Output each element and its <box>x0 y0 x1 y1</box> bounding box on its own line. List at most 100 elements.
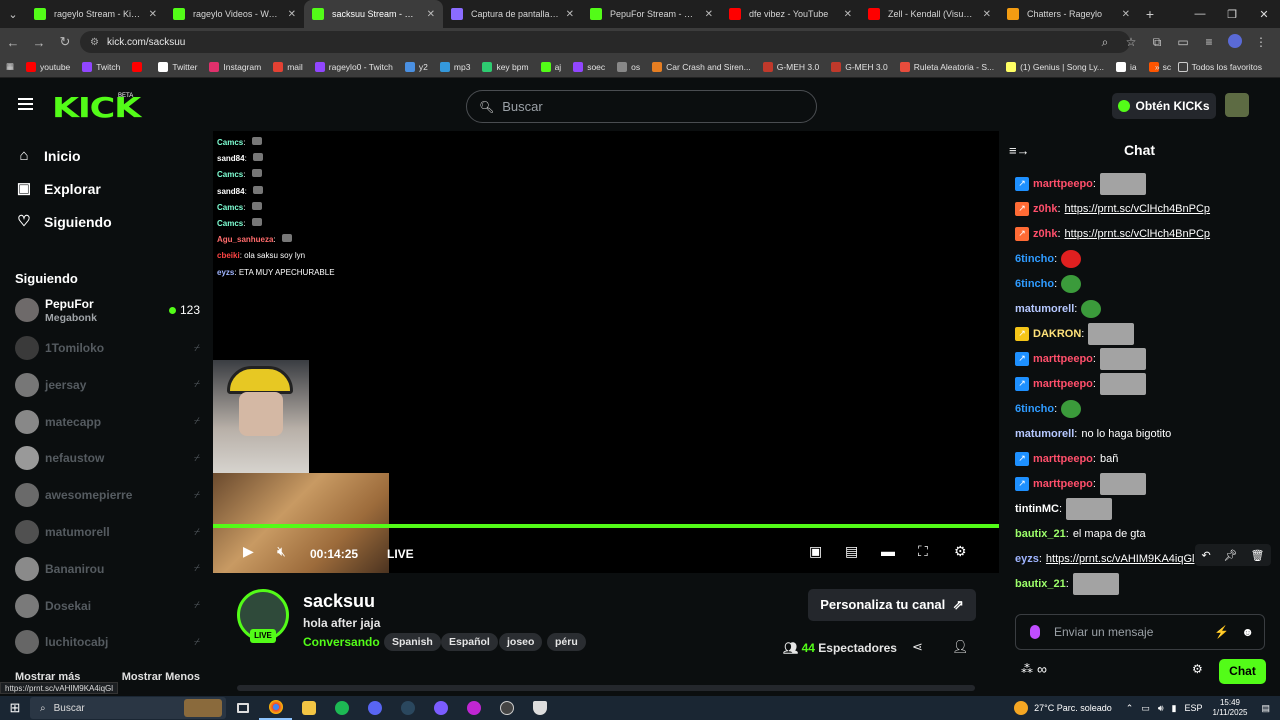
new-tab-button[interactable]: + <box>1138 6 1162 22</box>
following-channel[interactable]: matecapp ⌿ <box>15 407 200 437</box>
chat-username[interactable]: DAKRON <box>1033 328 1081 340</box>
progress-bar[interactable] <box>213 524 999 528</box>
close-tab-icon[interactable]: ✕ <box>566 9 574 20</box>
bookmark-item[interactable]: rageylo0 - Twitch <box>314 61 393 72</box>
chat-message[interactable]: 6tincho: <box>1015 396 1270 421</box>
bookmark-item[interactable]: key bpm <box>482 61 529 72</box>
file-explorer-icon[interactable] <box>292 696 325 720</box>
chat-username[interactable]: eyzs <box>1015 553 1039 565</box>
site-info-icon[interactable]: ⚙ <box>90 37 99 48</box>
chat-username[interactable]: bautix_21 <box>1015 578 1066 590</box>
chat-username[interactable]: 6tincho <box>1015 253 1054 265</box>
minimize-icon[interactable]: — <box>1184 8 1216 20</box>
menu-icon[interactable]: ⋮ <box>1248 35 1274 49</box>
bookmark-item[interactable]: soec <box>573 61 605 72</box>
tab-manager-icon[interactable]: ▭ <box>1170 35 1196 49</box>
user-avatar[interactable] <box>1225 93 1249 117</box>
sidebar-nav-siguiendo[interactable]: ♡ Siguiendo <box>16 214 111 231</box>
bookmark-item[interactable]: Car Crash and Siren... <box>652 61 751 72</box>
chat-message[interactable]: ↗ z0hk: https://prnt.sc/vClHch4BnPCp <box>1015 196 1270 221</box>
mic-icon[interactable] <box>1030 625 1040 639</box>
discord-icon[interactable] <box>358 696 391 720</box>
following-channel[interactable]: awesomepierre ⌿ <box>15 480 200 510</box>
settings-icon[interactable]: ⚙ <box>954 543 967 560</box>
pin-icon[interactable]: 📌︎ <box>1224 549 1238 562</box>
share-icon[interactable]: ⋖ <box>912 639 923 655</box>
kick-emote-icon[interactable]: ⚡ <box>1214 625 1229 639</box>
bookmark-item[interactable]: ia <box>1116 61 1137 72</box>
bookmark-item[interactable]: Twitter <box>158 61 197 72</box>
fullscreen-icon[interactable]: ⛶ <box>918 543 928 560</box>
chat-message[interactable]: tintinMC: <box>1015 496 1270 521</box>
clock[interactable]: 15:49 1/11/2025 <box>1212 698 1247 718</box>
zoom-icon[interactable]: ⌕ <box>1092 35 1118 50</box>
bookmark-item[interactable]: youtube <box>26 61 70 72</box>
chat-username[interactable]: z0hk <box>1033 228 1057 240</box>
following-channel[interactable]: luchitocabj ⌿ <box>15 627 200 657</box>
chat-message[interactable]: bautix_21: el mapa de gta <box>1015 521 1270 546</box>
steam-icon[interactable] <box>391 696 424 720</box>
chat-username[interactable]: marttpeepo <box>1033 353 1093 365</box>
chat-message[interactable]: ↗ marttpeepo: <box>1015 471 1270 496</box>
menu-toggle-icon[interactable] <box>18 98 33 110</box>
media-player-icon[interactable] <box>424 696 457 720</box>
taskbar-search[interactable]: ⌕ Buscar <box>30 697 226 719</box>
language-indicator[interactable]: ESP <box>1184 703 1202 713</box>
stream-category[interactable]: Conversando <box>303 635 380 649</box>
clip-icon[interactable]: ▤ <box>845 543 858 560</box>
chat-message[interactable]: matumorell: <box>1015 296 1270 321</box>
chat-username[interactable]: marttpeepo <box>1033 178 1093 190</box>
following-channel[interactable]: Bananirou ⌿ <box>15 554 200 584</box>
app-shield-icon[interactable] <box>523 696 556 720</box>
points-icon[interactable]: ⁂ <box>1021 662 1033 676</box>
volume-icon[interactable]: 🔊︎ <box>1158 703 1164 714</box>
chat-username[interactable]: 6tincho <box>1015 278 1054 290</box>
extensions-icon[interactable]: ⧉ <box>1144 35 1170 50</box>
chat-username[interactable]: tintinMC <box>1015 503 1059 515</box>
following-channel[interactable]: nefaustow ⌿ <box>15 443 200 473</box>
chat-message[interactable]: ↗ DAKRON: <box>1015 321 1270 346</box>
emoji-icon[interactable]: ☻ <box>1241 625 1254 639</box>
chat-settings-icon[interactable]: ⚙ <box>1192 662 1203 676</box>
chat-username[interactable]: marttpeepo <box>1033 478 1093 490</box>
battery-icon[interactable]: ▮ <box>1172 703 1177 714</box>
address-bar[interactable]: ⚙ kick.com/sacksuu <box>80 31 1130 53</box>
chat-link[interactable]: https://prnt.sc/vClHch4BnPCp <box>1065 228 1211 240</box>
following-channel[interactable]: PepuFor Megabonk 123 <box>15 295 200 325</box>
sidebar-nav-explorar[interactable]: ▣ Explorar <box>16 181 101 198</box>
streamer-name[interactable]: sacksuu <box>303 591 375 612</box>
weather-text[interactable]: 27°C Parc. soleado <box>1034 703 1112 713</box>
chat-message[interactable]: ↗ marttpeepo: <box>1015 346 1270 371</box>
chrome-icon[interactable] <box>259 696 292 720</box>
close-tab-icon[interactable]: ✕ <box>705 9 713 20</box>
customize-channel-button[interactable]: Personaliza tu canal ⇗ <box>808 589 976 621</box>
video-player[interactable]: Camcs: sand84: Camcs: sand84: Camcs: Cam… <box>213 131 999 573</box>
chat-message[interactable]: bautix_21: <box>1015 571 1270 596</box>
close-window-icon[interactable]: ✕ <box>1248 8 1280 21</box>
tag[interactable]: joseo <box>499 633 543 651</box>
chat-username[interactable]: z0hk <box>1033 203 1057 215</box>
following-channel[interactable]: 1Tomiloko ⌿ <box>15 333 200 363</box>
maximize-icon[interactable]: ❐ <box>1216 8 1248 21</box>
get-kicks-button[interactable]: Obtén KICKs <box>1112 93 1216 119</box>
chat-message[interactable]: ↗ marttpeepo: <box>1015 171 1270 196</box>
tag[interactable]: péru <box>547 633 586 651</box>
search-input[interactable]: 🔍︎ Buscar <box>466 90 817 123</box>
bookmark-item[interactable]: G-MEH 3.0 <box>831 61 888 72</box>
browser-tab[interactable]: Zell - Kendall (Visualizer) ✕ <box>860 0 999 28</box>
bookmark-item[interactable]: mail <box>273 61 303 72</box>
bookmark-item[interactable]: Twitch <box>82 61 120 72</box>
profile-icon[interactable] <box>1222 33 1248 51</box>
close-tab-icon[interactable]: ✕ <box>149 9 157 20</box>
chat-message[interactable]: 6tincho: <box>1015 271 1270 296</box>
bookmark-item[interactable]: y2 <box>404 61 428 72</box>
bookmark-item[interactable]: Ruleta Aleatoria - S... <box>899 61 994 72</box>
media-icon[interactable]: ≡ <box>1196 35 1222 49</box>
chat-username[interactable]: marttpeepo <box>1033 378 1093 390</box>
chat-message-input[interactable]: Enviar un mensaje ⚡ ☻ <box>1015 614 1265 650</box>
bookmark-item[interactable]: aj <box>540 61 561 72</box>
reload-icon[interactable]: ↻ <box>52 34 78 50</box>
close-tab-icon[interactable]: ✕ <box>1122 9 1130 20</box>
send-chat-button[interactable]: Chat <box>1219 659 1266 684</box>
tab-search-icon[interactable]: ⌄ <box>0 0 26 28</box>
